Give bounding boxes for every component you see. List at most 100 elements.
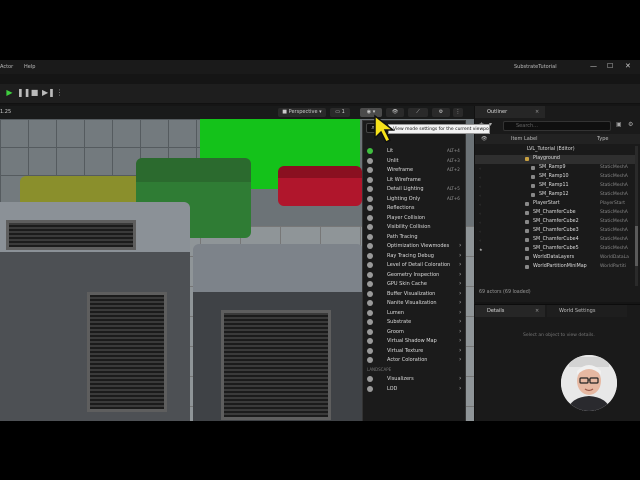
viewport-menu-icon[interactable]: ⋮ [453,108,463,117]
chevron-right-icon: › [459,289,462,297]
menu-item-virtual-texture[interactable]: Virtual Texture › [363,347,467,356]
webcam-overlay [561,355,617,411]
static-mesh-icon [525,229,529,233]
viewport-toolbar: 1.25 ■ Perspective ▾ ▭ 1 ◉ ▾ 👁 ⟋ ⚙ ⋮ [0,106,474,119]
eye-icon[interactable]: ◦ [479,238,483,243]
outliner-row[interactable]: Playground [475,155,635,164]
minimize-button[interactable]: — [590,62,597,70]
geometry-inspection-icon [367,271,373,278]
outliner-row[interactable]: ◦ SM_Ramp11 StaticMeshA [475,182,635,191]
outliner-row[interactable]: ★ SM_ChamferCube5 StaticMeshA [475,245,635,254]
stop-icon[interactable]: ■ [30,88,39,98]
menu-item-actor[interactable]: Actor [0,64,13,70]
menu-item-unlit[interactable]: Unlit ALT+3 [363,157,467,166]
outliner-row[interactable]: ◦ SM_ChamferCube4 StaticMeshA [475,236,635,245]
outliner-row[interactable]: LVL_Tutorial (Editor) [475,146,635,155]
maximize-button[interactable]: ☐ [607,62,613,70]
tab-details[interactable]: Details × [475,305,545,317]
eye-icon[interactable]: ◦ [479,229,483,234]
outliner-row[interactable]: ◦ SM_ChamferCube3 StaticMeshA [475,227,635,236]
chevron-right-icon: › [459,356,462,363]
menu-item-lit[interactable]: Lit ALT+4 [363,147,467,156]
static-mesh-icon [525,211,529,215]
column-item-label[interactable]: Item Label [511,136,537,142]
outliner-row[interactable]: ◦ PlayerStart PlayerStart [475,200,635,209]
virtual-texture-icon [367,347,373,354]
menu-item-player-collision[interactable]: Player Collision [363,214,467,223]
menu-item-ray-tracing-debug[interactable]: Ray Tracing Debug › [363,252,467,261]
view-count-button[interactable]: ▭ 1 [330,108,350,117]
menu-item-actor-coloration[interactable]: Actor Coloration › [363,356,467,365]
close-button[interactable]: ✕ [625,62,631,70]
outliner-panel: Outliner × + ▾ Search... ▣ ⚙ 👁 Item Labe… [474,106,640,302]
menu-item-path-tracing[interactable]: Path Tracing [363,233,467,242]
static-mesh-icon [531,184,535,188]
eye-icon[interactable]: ◦ [479,184,483,189]
outliner-row[interactable]: ◦ SM_ChamferCube2 StaticMeshA [475,218,635,227]
eye-icon[interactable]: ◦ [479,211,483,216]
menu-item-lumen[interactable]: Lumen › [363,309,467,318]
menu-item-lod-coloration[interactable]: Level of Detail Coloration › [363,261,467,270]
menu-item-buffer-visualization[interactable]: Buffer Visualization › [363,290,467,299]
outliner-search-input[interactable]: Search... [503,121,611,131]
close-tab-icon[interactable]: × [535,106,539,118]
static-mesh-icon [531,193,535,197]
eye-icon[interactable]: ◦ [479,202,483,207]
menu-item-geometry-inspection[interactable]: Geometry Inspection › [363,271,467,280]
close-tab-icon[interactable]: × [535,305,539,317]
menu-item-lod[interactable]: LOD › [363,385,467,394]
eye-icon[interactable]: ◦ [479,193,483,198]
menu-item-visualizers[interactable]: Visualizers › [363,375,467,384]
outliner-row[interactable]: ◦ SM_Ramp12 StaticMeshA [475,191,635,200]
settings-gear-icon[interactable]: ⚙ [432,108,450,117]
visibility-collision-icon [367,224,373,230]
menu-item-lit-wireframe[interactable]: Lit Wireframe [363,176,467,185]
perspective-button[interactable]: ■ Perspective ▾ [278,108,326,117]
menu-item-groom[interactable]: Groom › [363,328,467,337]
menu-item-detail-lighting[interactable]: Detail Lighting ALT+5 [363,185,467,194]
detail-lighting-icon [367,186,373,192]
menu-item-visibility-collision[interactable]: Visibility Collision [363,223,467,232]
column-type[interactable]: Type [597,136,608,142]
tab-outliner[interactable]: Outliner × [475,106,545,118]
star-icon[interactable]: ★ [479,247,483,252]
eye-icon[interactable]: ◦ [479,175,483,180]
menu-item-optimization-viewmodes[interactable]: Optimization Viewmodes › [363,242,467,251]
scrollbar-thumb[interactable] [635,226,638,266]
outliner-row[interactable]: WorldDataLayers WorldDataLa [475,254,635,263]
chevron-right-icon: › [459,375,462,382]
lod-icon [367,385,373,392]
menu-item-gpu-skin-cache[interactable]: GPU Skin Cache › [363,280,467,289]
virtual-shadow-map-icon [367,338,373,344]
main-toolbar: ▶ ❚❚ ■ ▶❚ ⋮ [0,84,640,104]
actor-count: 69 actors (69 loaded) [479,290,531,295]
play-icon[interactable]: ▶ [5,88,14,98]
static-mesh-icon [531,166,535,170]
reflections-icon [367,205,373,211]
camera-icon: ■ [282,109,288,115]
menu-item-help[interactable]: Help [24,64,35,70]
pause-icon[interactable]: ❚❚ [17,88,30,98]
menu-item-wireframe[interactable]: Wireframe ALT+2 [363,166,467,175]
tab-world-settings[interactable]: World Settings [547,305,627,317]
folder-icon[interactable]: ▣ [616,121,622,128]
menu-item-reflections[interactable]: Reflections [363,204,467,213]
more-options-icon[interactable]: ⋮ [55,88,64,98]
outliner-header: 👁 Item Label Type [475,134,640,144]
outliner-row[interactable]: ◦ SM_ChamferCube StaticMeshA [475,209,635,218]
outliner-row[interactable]: ◦ SM_Ramp9 StaticMeshA [475,164,635,173]
settings-gear-icon[interactable]: ⚙ [628,121,633,128]
menu-item-substrate[interactable]: Substrate › [363,318,467,327]
zoom-readout: 1.25 [0,109,12,115]
eye-icon[interactable]: ◦ [479,166,483,171]
outliner-row[interactable]: ◦ SM_Ramp10 StaticMeshA [475,173,635,182]
menu-item-virtual-shadow-map[interactable]: Virtual Shadow Map › [363,337,467,346]
eject-icon[interactable]: ▶❚ [42,88,55,98]
snap-button[interactable]: ⟋ [408,108,428,117]
outliner-scrollbar[interactable] [635,146,638,286]
outliner-row[interactable]: WorldPartitionMiniMap WorldPartiti [475,263,635,272]
eye-icon[interactable]: ◦ [479,220,483,225]
visibility-header-icon: 👁 [481,136,488,142]
menu-item-lighting-only[interactable]: Lighting Only ALT+6 [363,195,467,204]
menu-item-nanite-visualization[interactable]: Nanite Visualization › [363,299,467,308]
